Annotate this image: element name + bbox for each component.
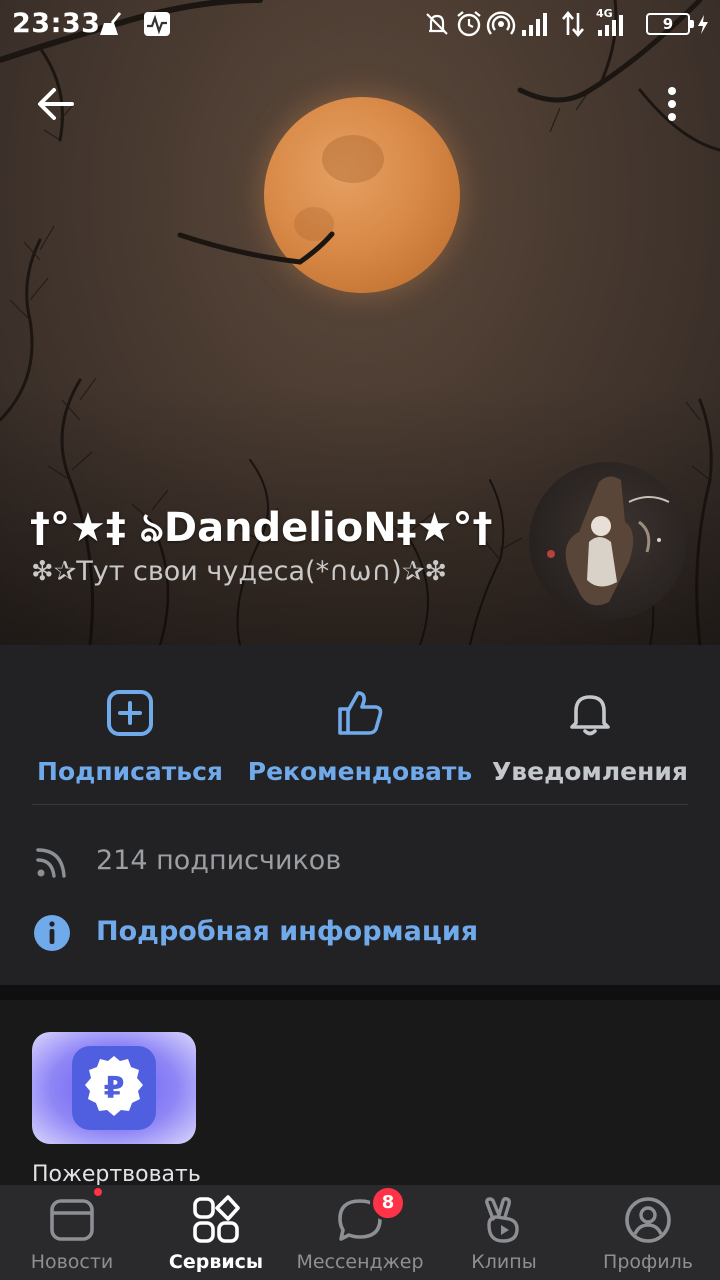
donate-label: Пожертвовать xyxy=(32,1162,201,1187)
clips-icon xyxy=(485,1197,519,1243)
tab-services-label: Сервисы xyxy=(168,1251,264,1273)
signal-icon xyxy=(522,13,547,36)
tab-profile-label: Профиль xyxy=(603,1251,693,1273)
news-unread-dot xyxy=(92,1186,104,1198)
broom-icon xyxy=(100,12,122,35)
plus-square-icon xyxy=(107,690,153,736)
community-title: †°★‡ ঌDandelioN‡★°† xyxy=(30,505,493,551)
services-block: ₽ Пожертвовать xyxy=(0,1000,720,1187)
tab-clips-label: Клипы xyxy=(471,1251,537,1273)
info-icon xyxy=(34,915,70,951)
notifications-label: Уведомления xyxy=(492,757,688,786)
charging-icon xyxy=(698,15,708,34)
tab-news[interactable]: Новости xyxy=(0,1185,144,1280)
more-vertical-icon[interactable] xyxy=(652,82,692,126)
section-separator xyxy=(0,985,720,1000)
mute-icon xyxy=(426,13,448,35)
details-link[interactable]: Подробная информация xyxy=(32,908,688,958)
back-button[interactable] xyxy=(32,82,80,126)
newsfeed-icon xyxy=(50,1199,94,1241)
messenger-badge: 8 xyxy=(370,1185,406,1221)
services-icon xyxy=(193,1195,240,1243)
hotspot-icon xyxy=(486,11,516,35)
recommend-button[interactable]: Рекомендовать xyxy=(245,687,475,787)
recommend-label: Рекомендовать xyxy=(247,757,473,786)
tab-messenger[interactable]: 8 Мессенджер xyxy=(288,1185,432,1280)
donate-badge: ₽ xyxy=(72,1046,156,1130)
alarm-icon xyxy=(457,11,481,37)
details-label: Подробная информация xyxy=(96,916,479,947)
tab-messenger-label: Мессенджер xyxy=(296,1251,424,1273)
tab-news-label: Новости xyxy=(30,1251,114,1273)
profile-icon xyxy=(625,1197,671,1243)
subscribe-label: Подписаться xyxy=(37,757,223,786)
tab-profile[interactable]: Профиль xyxy=(576,1185,720,1280)
community-avatar[interactable] xyxy=(529,462,687,620)
thumbs-up-icon xyxy=(338,691,383,735)
cover-image: †°★‡ ঌDandelioN‡★°† ❇✰Тут свои чудеса(*∩… xyxy=(0,0,720,645)
status-time: 23:33 xyxy=(12,8,101,39)
battery-icon: 9 xyxy=(646,13,694,35)
avatar-illustration xyxy=(547,476,670,606)
divider xyxy=(32,804,688,805)
ruble-badge-icon: ₽ xyxy=(85,1056,143,1116)
followers-row[interactable]: 214 подписчиков xyxy=(32,837,688,887)
bottom-tab-bar: Новости Сервисы 8 Мессенджер Клипы Профи… xyxy=(0,1185,720,1280)
tab-clips[interactable]: Клипы xyxy=(432,1185,576,1280)
tab-services[interactable]: Сервисы xyxy=(144,1185,288,1280)
activity-icon xyxy=(144,12,170,36)
subscribe-button[interactable]: Подписаться xyxy=(15,687,245,787)
notifications-button[interactable]: Уведомления xyxy=(475,687,705,787)
bell-icon xyxy=(570,695,610,736)
rss-icon xyxy=(36,848,66,878)
data-arrows-icon xyxy=(562,10,584,38)
signal-4g-icon xyxy=(598,15,623,36)
status-bar: 23:33 4G 9 xyxy=(0,0,720,50)
followers-count: 214 подписчиков xyxy=(96,845,342,876)
community-actions: Подписаться Рекомендовать Уведомления 21… xyxy=(0,645,720,985)
community-status: ❇✰Тут свои чудеса(*∩ω∩)✰❇ xyxy=(31,556,447,587)
donate-button[interactable]: ₽ xyxy=(32,1032,196,1144)
ruble-symbol: ₽ xyxy=(104,1071,125,1106)
